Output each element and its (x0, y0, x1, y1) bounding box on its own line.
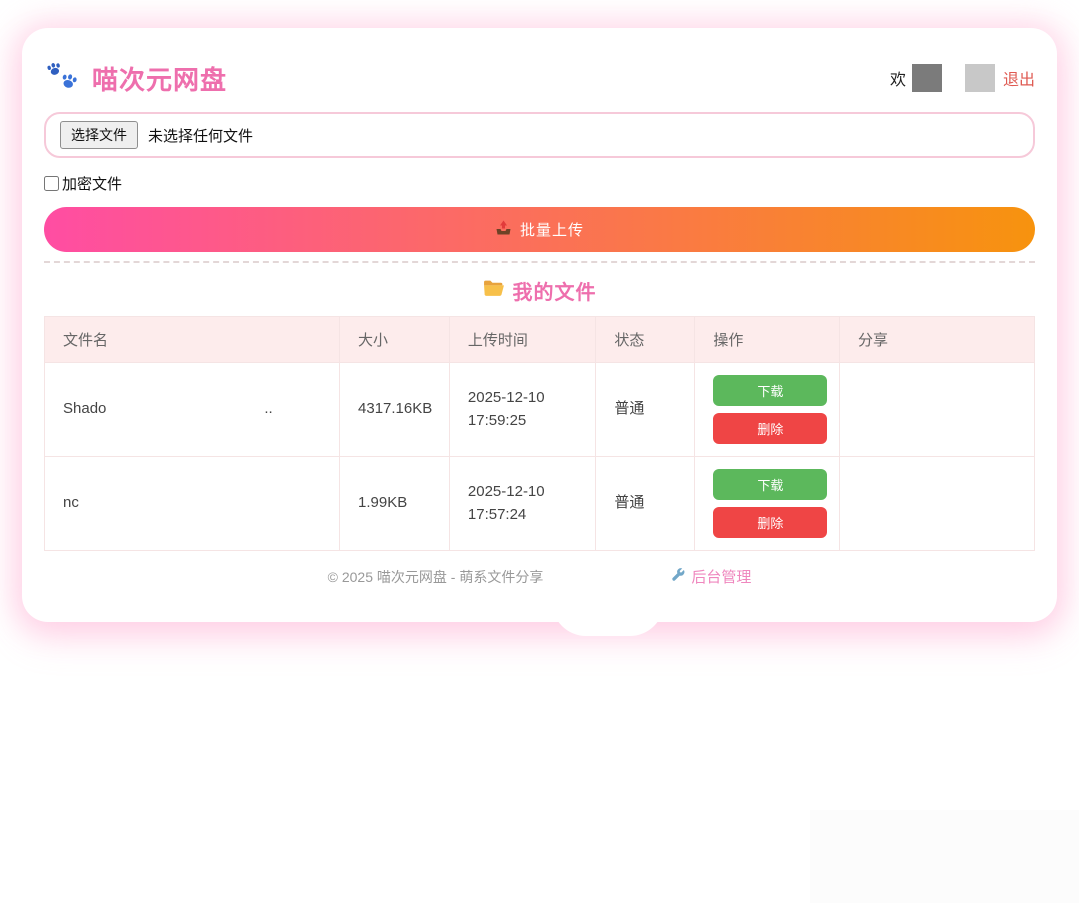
paw-prints-icon (44, 59, 80, 98)
admin-link[interactable]: 后台管理 (671, 566, 751, 587)
share-cell (839, 363, 1034, 457)
file-size-cell: 1.99KB (340, 457, 450, 551)
wrench-icon (671, 567, 686, 586)
file-name-visible-start: Shado (63, 400, 106, 417)
col-header-actions: 操作 (695, 317, 840, 363)
upload-time-cell: 2025-12-10 17:59:25 (449, 363, 596, 457)
open-folder-icon (483, 279, 505, 303)
redaction-blob (82, 458, 232, 546)
header: 喵次元网盘 欢 退出 (44, 50, 1035, 106)
delete-button[interactable]: 删除 (713, 413, 827, 444)
logout-link[interactable]: 退出 (1003, 66, 1035, 90)
batch-upload-button[interactable]: 批量上传 (44, 207, 1035, 252)
status-cell: 普通 (596, 363, 695, 457)
upload-time-cell: 2025-12-10 17:57:24 (449, 457, 596, 551)
table-header-row: 文件名 大小 上传时间 状态 操作 分享 (45, 317, 1035, 363)
dashed-divider (44, 261, 1035, 263)
file-input-container: 选择文件 未选择任何文件 (44, 112, 1035, 158)
file-name-visible-start: nc (63, 494, 79, 511)
brand: 喵次元网盘 (44, 59, 227, 98)
my-files-section-title: 我的文件 (44, 276, 1035, 305)
file-size-cell: 4317.16KB (340, 363, 450, 457)
welcome-text: 欢 (890, 66, 906, 90)
username-redaction-light (965, 64, 995, 92)
actions-cell: 下载 删除 (695, 457, 840, 551)
my-files-title-text: 我的文件 (513, 276, 597, 305)
delete-button[interactable]: 删除 (713, 507, 827, 538)
download-button[interactable]: 下载 (713, 375, 827, 406)
col-header-time: 上传时间 (449, 317, 596, 363)
copyright-text: © 2025 喵次元网盘 - 萌系文件分享 (328, 567, 544, 587)
col-header-filename: 文件名 (45, 317, 340, 363)
encrypt-label: 加密文件 (62, 173, 122, 194)
col-header-size: 大小 (340, 317, 450, 363)
status-cell: 普通 (596, 457, 695, 551)
redaction-blob (898, 30, 998, 62)
actions-cell: 下载 删除 (695, 363, 840, 457)
footer: © 2025 喵次元网盘 - 萌系文件分享 后台管理 (44, 566, 1035, 587)
download-button[interactable]: 下载 (713, 469, 827, 500)
file-name-visible-end: .. (264, 400, 272, 417)
col-header-status: 状态 (596, 317, 695, 363)
faint-background-rect (810, 810, 1079, 903)
redaction-blob (552, 560, 664, 636)
no-file-selected-text: 未选择任何文件 (148, 125, 253, 146)
encrypt-checkbox-row: 加密文件 (44, 173, 1035, 194)
col-header-share: 分享 (839, 317, 1034, 363)
outbox-tray-icon (495, 220, 512, 240)
choose-file-button[interactable]: 选择文件 (60, 121, 138, 149)
header-user-area: 欢 退出 (890, 64, 1035, 92)
batch-upload-label: 批量上传 (520, 219, 584, 240)
username-redaction-dark (912, 64, 942, 92)
share-cell (839, 457, 1034, 551)
page-title: 喵次元网盘 (92, 60, 227, 97)
encrypt-checkbox[interactable] (44, 176, 59, 191)
redaction-blob (108, 374, 230, 456)
admin-link-label: 后台管理 (691, 566, 751, 587)
